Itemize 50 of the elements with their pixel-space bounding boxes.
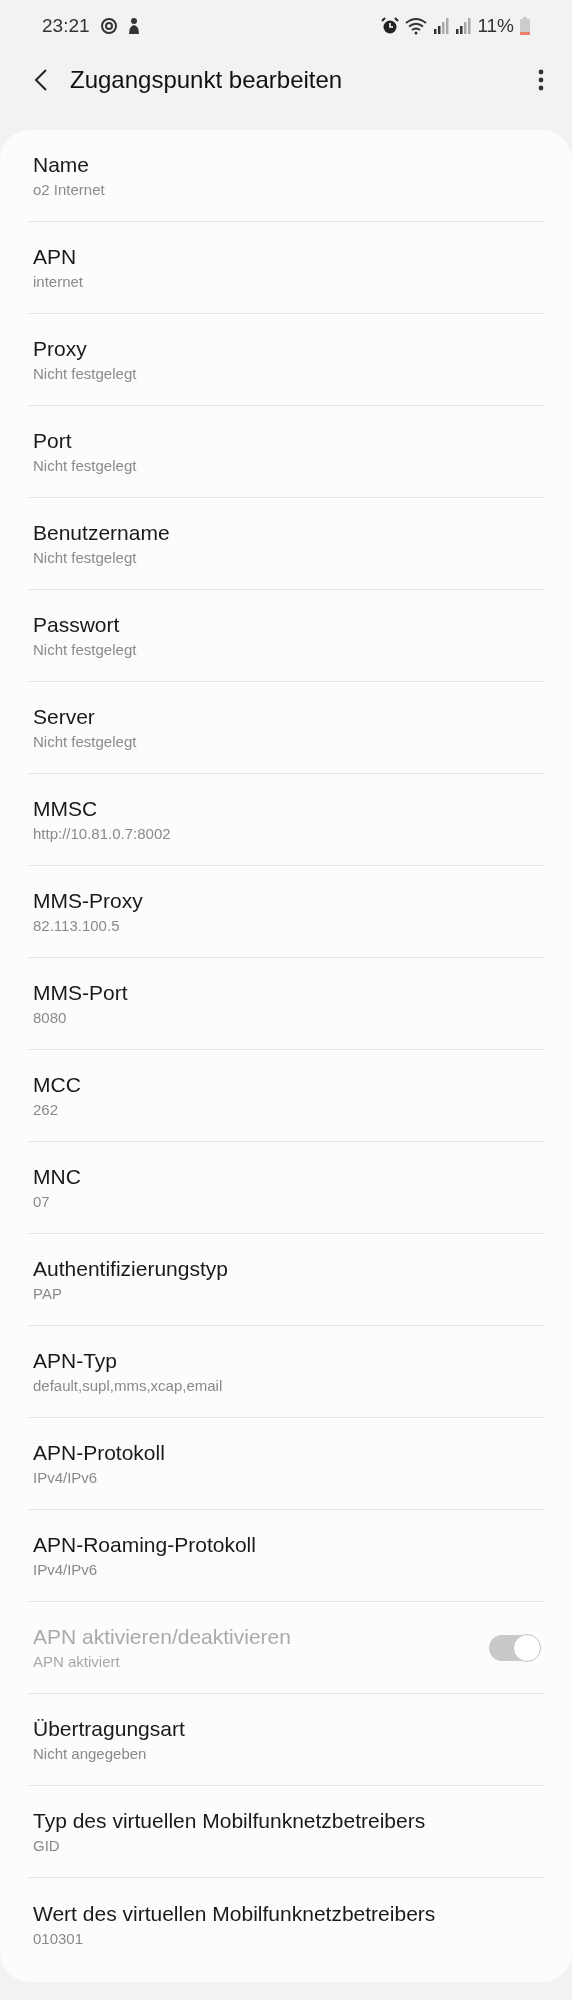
signal-icon bbox=[433, 17, 450, 35]
setting-value: PAP bbox=[33, 1285, 63, 1302]
setting-title[interactable]: Authentifizierungstyp bbox=[33, 1257, 539, 1281]
setting-title[interactable]: APN-Typ bbox=[33, 1349, 539, 1373]
setting-title[interactable]: MCC bbox=[33, 1073, 539, 1097]
signal-icon bbox=[455, 17, 472, 35]
setting-title[interactable]: Proxy bbox=[33, 337, 539, 361]
setting-title[interactable]: Typ des virtuellen Mobilfunknetzbetreibers bbox=[33, 1809, 539, 1833]
setting-value: IPv4/IPv6 bbox=[33, 1469, 99, 1486]
page-title: Zugangspunkt bearbeiten bbox=[70, 66, 344, 94]
setting-value: Nicht angegeben bbox=[33, 1745, 148, 1762]
wifi-icon bbox=[405, 17, 428, 35]
setting-value: IPv4/IPv6 bbox=[33, 1561, 99, 1578]
setting-title[interactable]: Server bbox=[33, 705, 539, 729]
setting-title[interactable]: APN-Protokoll bbox=[33, 1441, 539, 1465]
setting-title[interactable]: MMS-Proxy bbox=[33, 889, 539, 913]
back-icon bbox=[34, 68, 48, 92]
setting-title[interactable]: Name bbox=[33, 153, 539, 177]
setting-value: APN aktiviert bbox=[33, 1653, 121, 1670]
setting-value: Nicht festgelegt bbox=[33, 365, 138, 382]
setting-value: 07 bbox=[33, 1193, 51, 1210]
setting-title[interactable]: APN bbox=[33, 245, 539, 269]
setting-title[interactable]: Wert des virtuellen Mobilfunknetzbetreibers bbox=[33, 1901, 539, 1926]
setting-value: default,supl,mms,xcap,email bbox=[33, 1377, 224, 1394]
setting-value: 82.113.100.5 bbox=[33, 917, 121, 934]
setting-title[interactable]: Passwort bbox=[33, 613, 539, 637]
setting-title[interactable]: MMSC bbox=[33, 797, 539, 821]
setting-title[interactable]: Port bbox=[33, 429, 539, 453]
more-icon bbox=[538, 69, 544, 91]
setting-title[interactable]: APN-Roaming-Protokoll bbox=[33, 1533, 539, 1557]
setting-value: 010301 bbox=[33, 1929, 85, 1947]
setting-value: Nicht festgelegt bbox=[33, 733, 138, 750]
setting-value: internet bbox=[33, 273, 85, 290]
alarm-icon bbox=[381, 17, 400, 35]
status-time: 23:21 bbox=[42, 15, 90, 37]
battery-icon bbox=[520, 17, 530, 35]
setting-value: 262 bbox=[33, 1101, 60, 1118]
setting-value: GID bbox=[33, 1837, 61, 1854]
setting-value: http://10.81.0.7:8002 bbox=[33, 825, 172, 842]
setting-title[interactable]: MNC bbox=[33, 1165, 539, 1189]
sync-icon bbox=[99, 17, 118, 35]
setting-title[interactable]: Übertragungsart bbox=[33, 1717, 539, 1741]
setting-value: o2 Internet bbox=[33, 181, 106, 198]
setting-value: Nicht festgelegt bbox=[33, 641, 138, 658]
setting-value: Nicht festgelegt bbox=[33, 457, 138, 474]
setting-title[interactable]: Benutzername bbox=[33, 521, 539, 545]
battery-percentage: 11% bbox=[477, 15, 514, 37]
setting-value: Nicht festgelegt bbox=[33, 549, 138, 566]
setting-title[interactable]: MMS-Port bbox=[33, 981, 539, 1005]
setting-value: 8080 bbox=[33, 1009, 68, 1026]
